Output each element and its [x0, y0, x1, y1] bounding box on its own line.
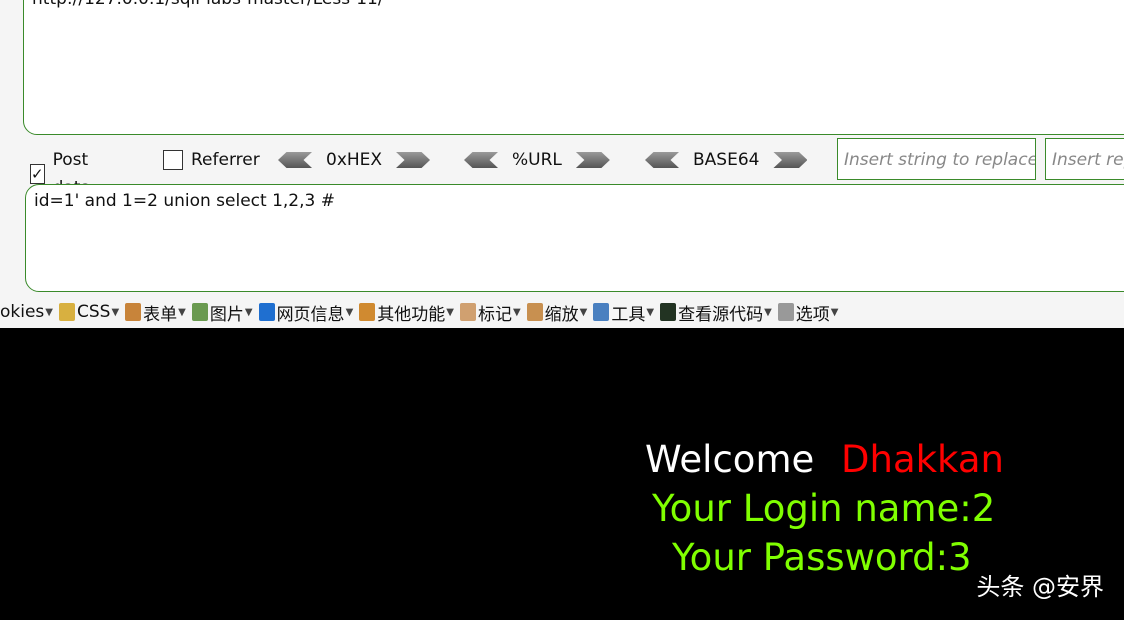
chevron-down-icon: ▼ [446, 306, 454, 318]
post-data-field[interactable]: id=1' and 1=2 union select 1,2,3 # [25, 184, 1124, 292]
encode-arrow-icon[interactable] [575, 152, 610, 168]
referrer-label: Referrer [191, 150, 260, 170]
encode-arrow-icon[interactable] [773, 152, 808, 168]
menu-label: 工具 [611, 304, 646, 325]
menu-label: 图片 [209, 304, 244, 325]
chevron-down-icon: ▼ [830, 306, 839, 318]
encode-arrow-icon[interactable] [396, 152, 431, 168]
toolbar-menu: okies ▼ CSS ▼ 表单 ▼ 图片 ▼ 网页信息 ▼ 其他功能 ▼ 标记 ▼ 缩放 ▼ 工具 ▼ 查看源代码… [0, 296, 844, 328]
switch-icon [777, 303, 794, 321]
menu-image[interactable]: 图片 ▼ [191, 300, 253, 325]
menu-cookie[interactable]: okies ▼ [0, 302, 53, 322]
replace-string-input[interactable]: Insert replacing string [1045, 138, 1124, 180]
chevron-down-icon: ▼ [579, 306, 588, 318]
hex-encoder: 0xHEX [278, 146, 431, 174]
menu-label: 标记 [477, 304, 512, 325]
menu-label: CSS [77, 302, 111, 322]
chevron-down-icon: ▼ [178, 306, 186, 318]
find-string-input[interactable]: Insert string to replace [837, 138, 1036, 180]
wand-icon [59, 303, 75, 321]
chevron-down-icon: ▼ [345, 306, 354, 318]
chevron-down-icon: ▼ [244, 306, 253, 318]
encoder-label: 0xHEX [326, 150, 383, 170]
ruler-icon [526, 303, 543, 321]
book-icon [359, 303, 376, 321]
pencil-icon [459, 303, 476, 321]
page-content: Welcome Dhakkan Your Login name:2 Your P… [0, 328, 1124, 620]
referrer-checkbox[interactable]: Referrer [163, 146, 260, 174]
menu-clipboard[interactable]: 表单 ▼ [125, 300, 186, 325]
user-name: Dhakkan [841, 438, 1004, 481]
password: Your Password:3 [672, 536, 972, 579]
encoder-label: BASE64 [693, 150, 760, 170]
menu-wand[interactable]: CSS ▼ [59, 302, 119, 322]
image-icon [191, 303, 208, 321]
menu-tools[interactable]: 工具 ▼ [593, 300, 654, 325]
menu-info[interactable]: 网页信息 ▼ [258, 300, 354, 325]
url-encoder: %URL [464, 146, 610, 174]
menu-book[interactable]: 其他功能 ▼ [359, 300, 454, 325]
menu-switch[interactable]: 选项 ▼ [777, 300, 839, 325]
menu-label: okies [0, 302, 45, 322]
decode-arrow-icon[interactable] [645, 152, 679, 168]
menu-label: 选项 [795, 304, 830, 325]
menu-label: 缩放 [544, 304, 579, 325]
info-icon [258, 303, 275, 321]
menu-label: 其他功能 [377, 304, 446, 325]
encoder-label: %URL [512, 150, 562, 170]
menu-label: 表单 [143, 304, 178, 325]
terminal-icon [660, 303, 677, 321]
chevron-down-icon: ▼ [764, 306, 772, 318]
watermark: 头条 @安界 [976, 573, 1104, 601]
tools-icon [593, 303, 610, 321]
base64-encoder: BASE64 [645, 146, 808, 174]
menu-label: 网页信息 [276, 304, 345, 325]
menu-pencil[interactable]: 标记 ▼ [459, 300, 521, 325]
checkbox-checked[interactable]: ✓ [30, 164, 45, 184]
checkbox[interactable] [163, 150, 183, 170]
decode-arrow-icon[interactable] [464, 152, 498, 168]
welcome-text: Welcome [645, 438, 815, 481]
chevron-down-icon: ▼ [111, 306, 120, 318]
login-name: Your Login name:2 [652, 487, 996, 530]
menu-terminal[interactable]: 查看源代码 ▼ [660, 300, 772, 325]
menu-label: 查看源代码 [678, 304, 764, 325]
clipboard-icon [125, 303, 142, 321]
chevron-down-icon: ▼ [45, 306, 53, 318]
chevron-down-icon: ▼ [646, 306, 655, 318]
decode-arrow-icon[interactable] [278, 152, 312, 168]
url-field[interactable]: http://127.0.0.1/sqli-labs-master/Less-1… [23, 0, 1124, 135]
menu-ruler[interactable]: 缩放 ▼ [526, 300, 588, 325]
chevron-down-icon: ▼ [512, 306, 521, 318]
